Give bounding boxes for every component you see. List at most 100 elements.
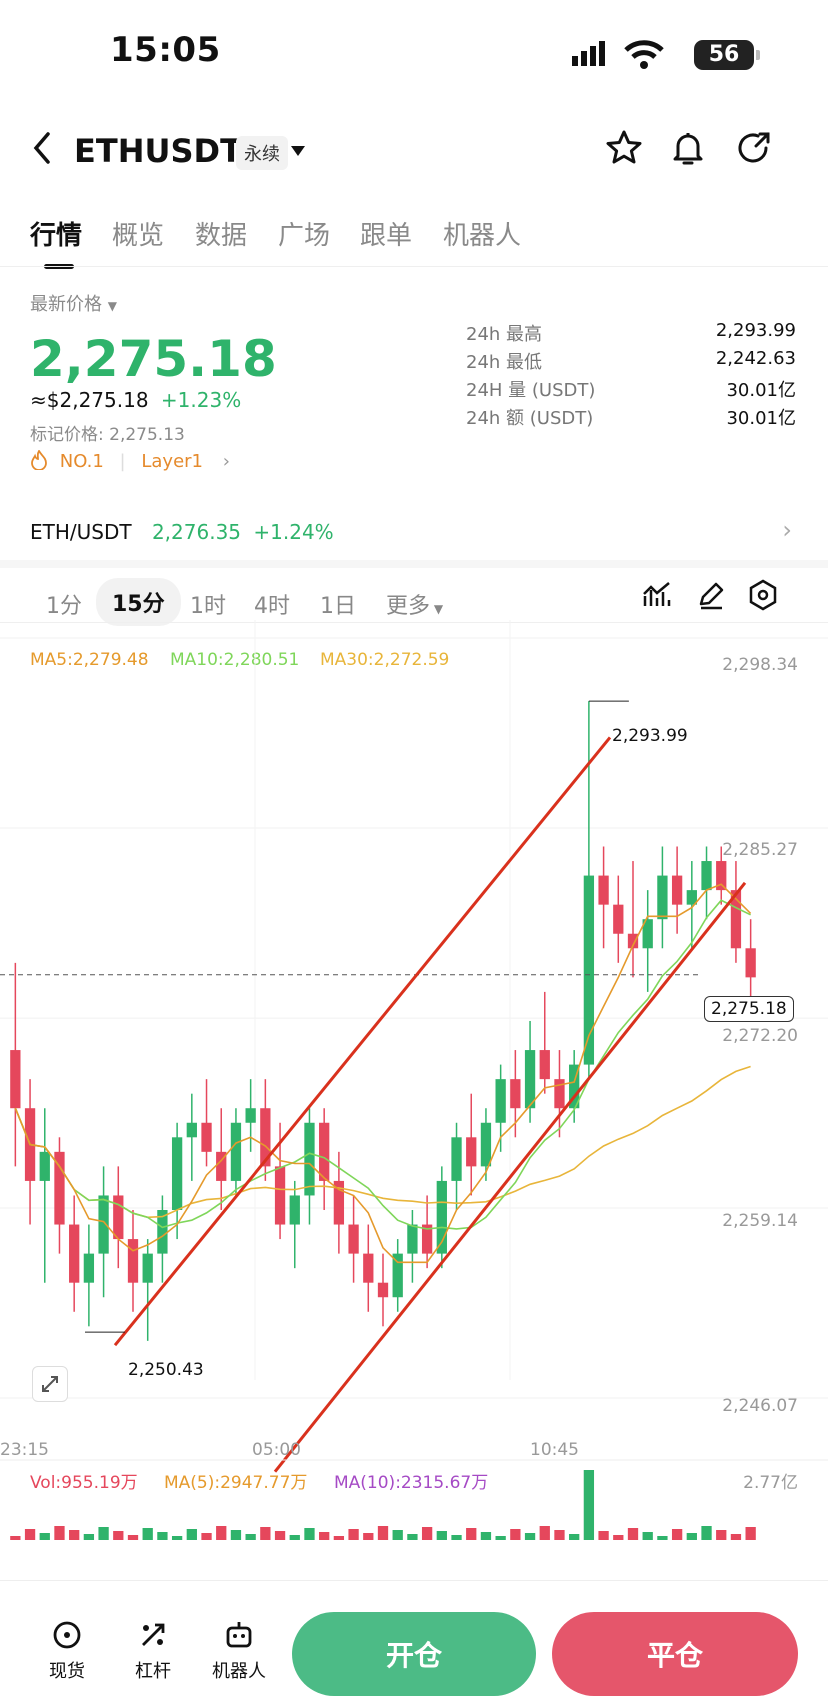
stat-label: 24h 最低	[466, 352, 543, 373]
tab-data[interactable]: 数据	[195, 215, 247, 252]
indicator-icon[interactable]	[640, 578, 674, 616]
interval-4h[interactable]: 4时	[254, 588, 290, 620]
volume-bar	[495, 1536, 506, 1540]
volume-bar	[598, 1531, 609, 1540]
battery-indicator: 56	[694, 40, 760, 70]
tab-overview[interactable]: 概览	[112, 215, 164, 252]
candle-body	[671, 875, 683, 905]
volume-bar	[421, 1527, 433, 1540]
latest-price-label[interactable]: 最新价格 ▼	[30, 290, 117, 316]
volume-bar	[260, 1527, 271, 1540]
candle-body	[392, 1253, 403, 1298]
volume-bar	[392, 1530, 403, 1540]
tab-market[interactable]: 行情	[30, 215, 82, 252]
draw-icon[interactable]	[694, 578, 728, 616]
price-change: +1.23%	[160, 388, 242, 412]
usd-price-line: ≈$2,275.18 +1.23%	[30, 388, 241, 412]
volume-bar	[377, 1526, 389, 1540]
candle-body	[289, 1195, 300, 1225]
volume-bar	[407, 1534, 418, 1540]
bell-icon[interactable]	[668, 128, 708, 172]
volume-bar	[230, 1530, 242, 1540]
signal-icon	[572, 40, 612, 68]
volume-bar	[245, 1534, 256, 1540]
volume-bar	[613, 1535, 624, 1540]
candle-body	[657, 875, 668, 920]
x-tick-label: 23:15	[0, 1440, 49, 1460]
fire-icon	[30, 449, 54, 472]
volume-bar	[363, 1533, 374, 1540]
nav-leverage[interactable]: 杠杆	[118, 1618, 188, 1683]
candle-body	[171, 1137, 183, 1210]
usd-price: ≈$2,275.18	[30, 388, 149, 412]
candle-body	[113, 1195, 124, 1240]
nav-spot[interactable]: 现货	[32, 1618, 102, 1683]
volume-bar	[627, 1528, 639, 1540]
candle-body	[539, 1050, 550, 1080]
volume-bar	[127, 1535, 139, 1540]
candle-body	[451, 1137, 462, 1181]
stat-value: 30.01亿	[726, 380, 796, 401]
spot-price: 2,276.35	[151, 520, 242, 544]
volume-bar	[39, 1533, 50, 1540]
interval-15m[interactable]: 15分	[96, 578, 181, 626]
volume-bar	[583, 1470, 595, 1540]
volume-ma5-label: MA(5):2947.77万	[164, 1473, 308, 1493]
candlestick-chart[interactable]	[0, 620, 828, 1550]
candle-body	[613, 904, 624, 934]
volume-bar	[745, 1527, 756, 1540]
separator: |	[119, 451, 126, 472]
volume-bar	[554, 1530, 565, 1540]
interval-1h[interactable]: 1时	[190, 588, 226, 620]
candle-body	[10, 1050, 21, 1109]
volume-bar	[10, 1536, 21, 1540]
expand-icon[interactable]	[32, 1366, 68, 1402]
tab-robot[interactable]: 机器人	[443, 215, 521, 252]
open-position-button[interactable]: 开仓	[292, 1612, 536, 1696]
ma10-line	[14, 899, 751, 1230]
candle-body	[39, 1151, 50, 1181]
caret-down-icon[interactable]	[290, 142, 306, 161]
stat-label: 24h 最高	[466, 324, 543, 345]
candle-body	[480, 1122, 492, 1167]
tab-square[interactable]: 广场	[278, 215, 330, 252]
nav-robot[interactable]: 机器人	[204, 1618, 274, 1683]
volume-bar	[274, 1531, 286, 1540]
star-icon[interactable]	[604, 128, 644, 172]
volume-bar	[436, 1531, 447, 1540]
status-time: 15:05	[110, 30, 221, 70]
spot-icon	[53, 1621, 81, 1649]
tab-copy-trade[interactable]: 跟单	[360, 215, 412, 252]
ma30-line	[14, 1065, 751, 1219]
symbol-title[interactable]: ETHUSDT	[74, 132, 242, 170]
candle-body	[745, 948, 756, 978]
candle-body	[186, 1122, 197, 1138]
candle-body	[69, 1224, 80, 1283]
last-price: 2,275.18	[30, 330, 277, 388]
candle-body	[510, 1079, 521, 1109]
low-marker-label: 2,250.43	[128, 1360, 204, 1380]
share-icon[interactable]	[734, 128, 774, 172]
volume-label: Vol:955.19万	[30, 1473, 138, 1493]
close-position-button[interactable]: 平仓	[552, 1612, 798, 1696]
spot-row[interactable]: ETH/USDT 2,276.35 +1.24%	[30, 520, 334, 544]
volume-bar	[539, 1526, 550, 1540]
volume-bar	[157, 1532, 168, 1540]
interval-1m[interactable]: 1分	[46, 588, 82, 620]
interval-1d[interactable]: 1日	[320, 588, 356, 620]
interval-more[interactable]: 更多 ▼	[386, 588, 443, 620]
candle-body	[495, 1079, 506, 1123]
rank-row[interactable]: NO.1 | Layer1 ›	[30, 449, 230, 472]
back-icon[interactable]	[30, 128, 54, 168]
robot-icon	[226, 1622, 252, 1648]
y-tick-label: 2,272.20	[722, 1026, 798, 1046]
high-marker-label: 2,293.99	[612, 726, 688, 746]
settings-icon[interactable]	[746, 578, 780, 616]
volume-bar	[171, 1536, 183, 1540]
candle-body	[274, 1166, 286, 1225]
candle-body	[245, 1108, 256, 1123]
caret-down-icon: ▼	[107, 299, 117, 313]
chevron-right-icon[interactable]: ›	[782, 516, 792, 544]
volume-top-tick: 2.77亿	[743, 1473, 798, 1493]
candle-body	[98, 1195, 109, 1254]
